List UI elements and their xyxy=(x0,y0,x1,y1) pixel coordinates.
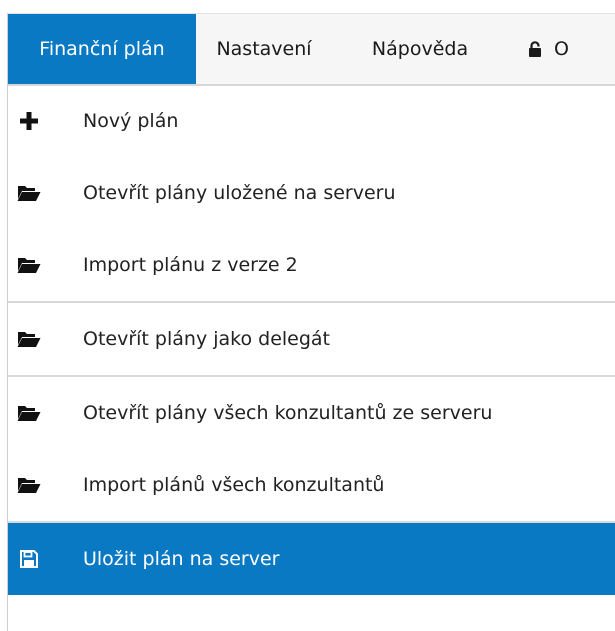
lock-icon xyxy=(529,40,541,57)
menu-item-otevrit-vsech-konzultantu[interactable]: Otevřít plány všech konzultantů ze serve… xyxy=(8,377,615,449)
tab-financni-plan[interactable]: Finanční plán xyxy=(8,14,196,84)
app-frame: Finanční plán Nastavení Nápověda O Nový … xyxy=(7,13,615,631)
tab-nastaveni[interactable]: Nastavení xyxy=(196,14,332,84)
plus-icon xyxy=(17,109,41,133)
menu-item-import-verze-2[interactable]: Import plánu z verze 2 xyxy=(8,229,615,301)
menu-item-label: Nový plán xyxy=(83,110,179,132)
tab-napoveda[interactable]: Nápověda xyxy=(332,14,508,84)
menu-item-import-vsech-konzultantu[interactable]: Import plánů všech konzultantů xyxy=(8,449,615,521)
menubar: Finanční plán Nastavení Nápověda O xyxy=(8,13,615,86)
folder-open-icon xyxy=(17,401,41,425)
tab-label: Nápověda xyxy=(371,38,469,60)
tab-label: Finanční plán xyxy=(39,38,165,60)
menu-item-label: Otevřít plány jako delegát xyxy=(83,328,331,350)
folder-open-icon xyxy=(17,253,41,277)
folder-open-icon xyxy=(17,473,41,497)
menu-item-label: Import plánu z verze 2 xyxy=(83,254,298,276)
menu-item-label: Uložit plán na server xyxy=(83,548,280,570)
tab-label: Nastavení xyxy=(216,38,312,60)
menu-item-label: Otevřít plány všech konzultantů ze serve… xyxy=(83,402,493,424)
menu-item-label: Otevřít plány uložené na serveru xyxy=(83,182,396,204)
dropdown-menu: Nový plán Otevřít plány uložené na serve… xyxy=(8,85,615,595)
tab-label: O xyxy=(554,38,569,60)
menu-item-novy-plan[interactable]: Nový plán xyxy=(8,85,615,157)
folder-open-icon xyxy=(17,327,41,351)
menu-item-ulozit-server[interactable]: Uložit plán na server xyxy=(8,523,615,595)
menu-item-label: Import plánů všech konzultantů xyxy=(83,474,385,496)
folder-open-icon xyxy=(17,181,41,205)
save-icon xyxy=(17,547,41,571)
menu-item-otevrit-server[interactable]: Otevřít plány uložené na serveru xyxy=(8,157,615,229)
menu-item-otevrit-delegat[interactable]: Otevřít plány jako delegát xyxy=(8,303,615,375)
tab-account[interactable]: O xyxy=(508,14,615,84)
